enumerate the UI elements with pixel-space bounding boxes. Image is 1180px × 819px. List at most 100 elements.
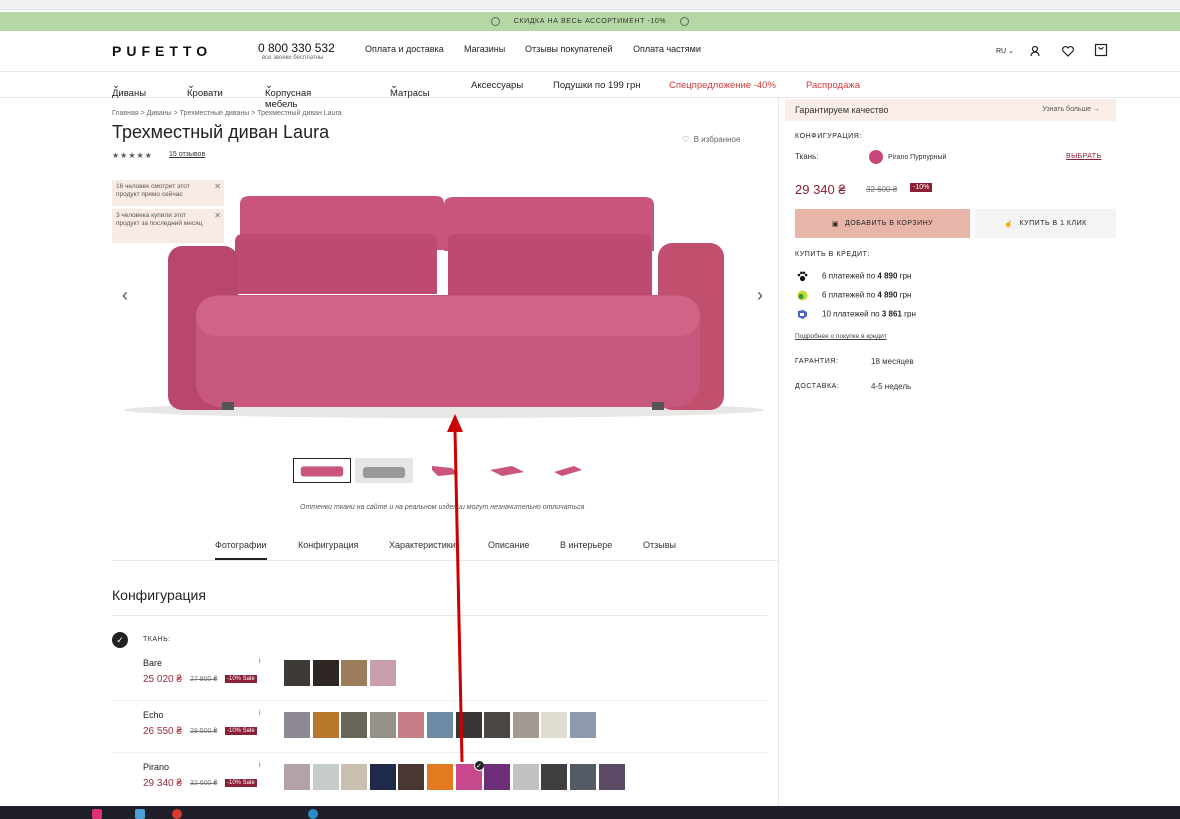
fabric-swatch[interactable] xyxy=(512,764,539,790)
nav-label: Кровати xyxy=(187,88,223,99)
info-icon[interactable]: i xyxy=(259,658,261,665)
learn-more-link[interactable]: Узнать больше → xyxy=(1042,106,1100,113)
header-link-stores[interactable]: Магазины xyxy=(464,44,505,54)
one-click-label: КУПИТЬ В 1 КЛИК xyxy=(1019,220,1087,227)
nav-special-offer[interactable]: Спецпредложение -40% xyxy=(669,80,776,91)
app-icon[interactable] xyxy=(135,809,145,819)
fabric-swatch[interactable] xyxy=(598,764,625,790)
currency: грн xyxy=(899,290,912,300)
fabric-swatch[interactable] xyxy=(541,764,568,790)
heart-icon[interactable] xyxy=(1061,44,1075,58)
info-icon[interactable]: i xyxy=(259,710,261,717)
payment-text: платежей по xyxy=(828,290,876,300)
add-to-cart-button[interactable]: ▣ ДОБАВИТЬ В КОРЗИНУ xyxy=(795,209,970,238)
nav-cabinet[interactable]: Корпусная мебель ⌄ xyxy=(265,80,311,110)
fabric-swatch[interactable] xyxy=(341,660,368,686)
payment-count: 6 xyxy=(822,290,827,300)
tab-characteristics[interactable]: Характеристики xyxy=(389,540,456,550)
delivery-label: ДОСТАВКА: xyxy=(795,383,840,390)
fabric-swatch[interactable] xyxy=(570,712,596,738)
credit-option-3[interactable]: 10 платежей по 3 861 грн xyxy=(797,309,916,320)
tab-reviews[interactable]: Отзывы xyxy=(643,540,676,550)
nav-accessories[interactable]: Аксессуары xyxy=(471,80,523,91)
fabric-swatch[interactable] xyxy=(398,764,425,790)
fabric-swatch[interactable] xyxy=(369,712,396,738)
promo-banner[interactable]: СКИДКА НА ВЕСЬ АССОРТИМЕНТ -10% xyxy=(0,12,1180,31)
logo[interactable]: PUFETTO xyxy=(112,43,212,59)
cart-icon: ▣ xyxy=(831,220,839,228)
fabric-swatch[interactable] xyxy=(341,764,368,790)
fabric-swatch[interactable] xyxy=(541,712,568,738)
thumbnail-4[interactable] xyxy=(478,458,536,483)
tab-photos[interactable]: Фотографии xyxy=(215,540,266,550)
nav-sale[interactable]: Распродажа xyxy=(806,80,860,91)
choose-fabric-link[interactable]: ВЫБРАТЬ xyxy=(1066,153,1101,160)
fabric-swatch[interactable] xyxy=(427,764,453,790)
nav-mattresses[interactable]: Матрасы ⌄ xyxy=(390,80,430,99)
user-icon[interactable] xyxy=(1028,44,1042,58)
app-icon[interactable] xyxy=(308,809,318,819)
row-divider xyxy=(112,700,767,701)
nav-pillows[interactable]: Подушки по 199 грн xyxy=(553,80,640,91)
fabric-swatch[interactable] xyxy=(369,660,396,686)
app-icon[interactable] xyxy=(92,809,102,819)
nav-sofas[interactable]: Диваны ⌄ xyxy=(112,80,146,99)
currency: грн xyxy=(899,271,912,281)
header-link-delivery[interactable]: Оплата и доставка xyxy=(365,44,444,54)
browser-icon[interactable] xyxy=(172,809,182,819)
quality-banner[interactable]: Гарантируем качество Узнать больше → xyxy=(785,99,1116,121)
fabric-swatch[interactable] xyxy=(484,764,511,790)
tab-description[interactable]: Описание xyxy=(488,540,529,550)
fabric-swatch[interactable] xyxy=(512,712,539,738)
prev-image-arrow[interactable]: ‹ xyxy=(122,285,128,306)
fabric-swatch[interactable] xyxy=(284,660,310,686)
fabric-swatch[interactable] xyxy=(312,660,339,686)
tab-configuration[interactable]: Конфигурация xyxy=(298,540,358,550)
thumbnail-3[interactable] xyxy=(416,458,474,483)
thumbnail-5[interactable] xyxy=(538,458,596,483)
fabric-swatch[interactable] xyxy=(312,764,339,790)
nav-beds[interactable]: Кровати ⌄ xyxy=(187,80,223,99)
phone-number[interactable]: 0 800 330 532 xyxy=(258,41,335,55)
info-icon[interactable]: i xyxy=(259,762,261,769)
fabric-swatch[interactable] xyxy=(312,712,339,738)
thumbnail-2[interactable] xyxy=(355,458,413,483)
sale-badge: -10% Sale xyxy=(225,675,257,683)
header-link-installments[interactable]: Оплата частями xyxy=(633,44,701,54)
fabric-swatch[interactable] xyxy=(341,712,368,738)
sale-badge: -10% Sale xyxy=(225,727,257,735)
fabric-name: Echo xyxy=(143,710,164,720)
fabric-price: 29 340 ₴ xyxy=(143,778,182,789)
configuration-heading: Конфигурация xyxy=(112,587,206,603)
credit-details-link[interactable]: Подробнее о покупке в кредит xyxy=(795,333,887,340)
payment-count: 10 xyxy=(822,309,831,319)
fabric-swatch[interactable] xyxy=(398,712,425,738)
fabric-name: Bare xyxy=(143,658,163,668)
nav-label: Корпусная мебель xyxy=(265,88,312,110)
column-divider xyxy=(778,98,779,808)
fabric-swatch[interactable] xyxy=(369,764,396,790)
buy-one-click-button[interactable]: ☝ КУПИТЬ В 1 КЛИК xyxy=(975,209,1116,238)
hand-pointer-icon: ☝ xyxy=(1004,220,1014,228)
next-image-arrow[interactable]: › xyxy=(757,285,763,306)
cart-icon[interactable] xyxy=(1094,43,1108,57)
old-price: 32 600 ₴ xyxy=(866,185,898,194)
fabric-swatch[interactable] xyxy=(455,712,482,738)
language-switch[interactable]: RU ⌄ xyxy=(996,47,1014,55)
fabric-swatch[interactable] xyxy=(570,764,596,790)
reviews-link[interactable]: 15 отзывов xyxy=(169,151,205,158)
fabric-swatch[interactable] xyxy=(427,712,453,738)
add-to-favorites[interactable]: ♡ В избранное xyxy=(682,135,740,144)
credit-option-1[interactable]: 6 платежей по 4 890 грн xyxy=(797,271,911,282)
header-link-reviews[interactable]: Отзывы покупателей xyxy=(525,44,613,54)
quality-text: Гарантируем качество xyxy=(795,105,889,115)
site-header: PUFETTO 0 800 330 532 все звонки бесплат… xyxy=(0,31,1180,72)
fabric-swatch[interactable] xyxy=(484,712,511,738)
warranty-value: 18 месяцев xyxy=(871,357,914,366)
fabric-swatch[interactable] xyxy=(284,764,310,790)
tab-interior[interactable]: В интерьере xyxy=(560,540,612,550)
thumbnail-1[interactable] xyxy=(293,458,351,483)
fabric-swatch[interactable] xyxy=(284,712,310,738)
credit-option-2[interactable]: 6 платежей по 4 890 грн xyxy=(797,290,911,301)
breadcrumb[interactable]: Главная > Диваны > Трехместные диваны > … xyxy=(112,110,342,117)
